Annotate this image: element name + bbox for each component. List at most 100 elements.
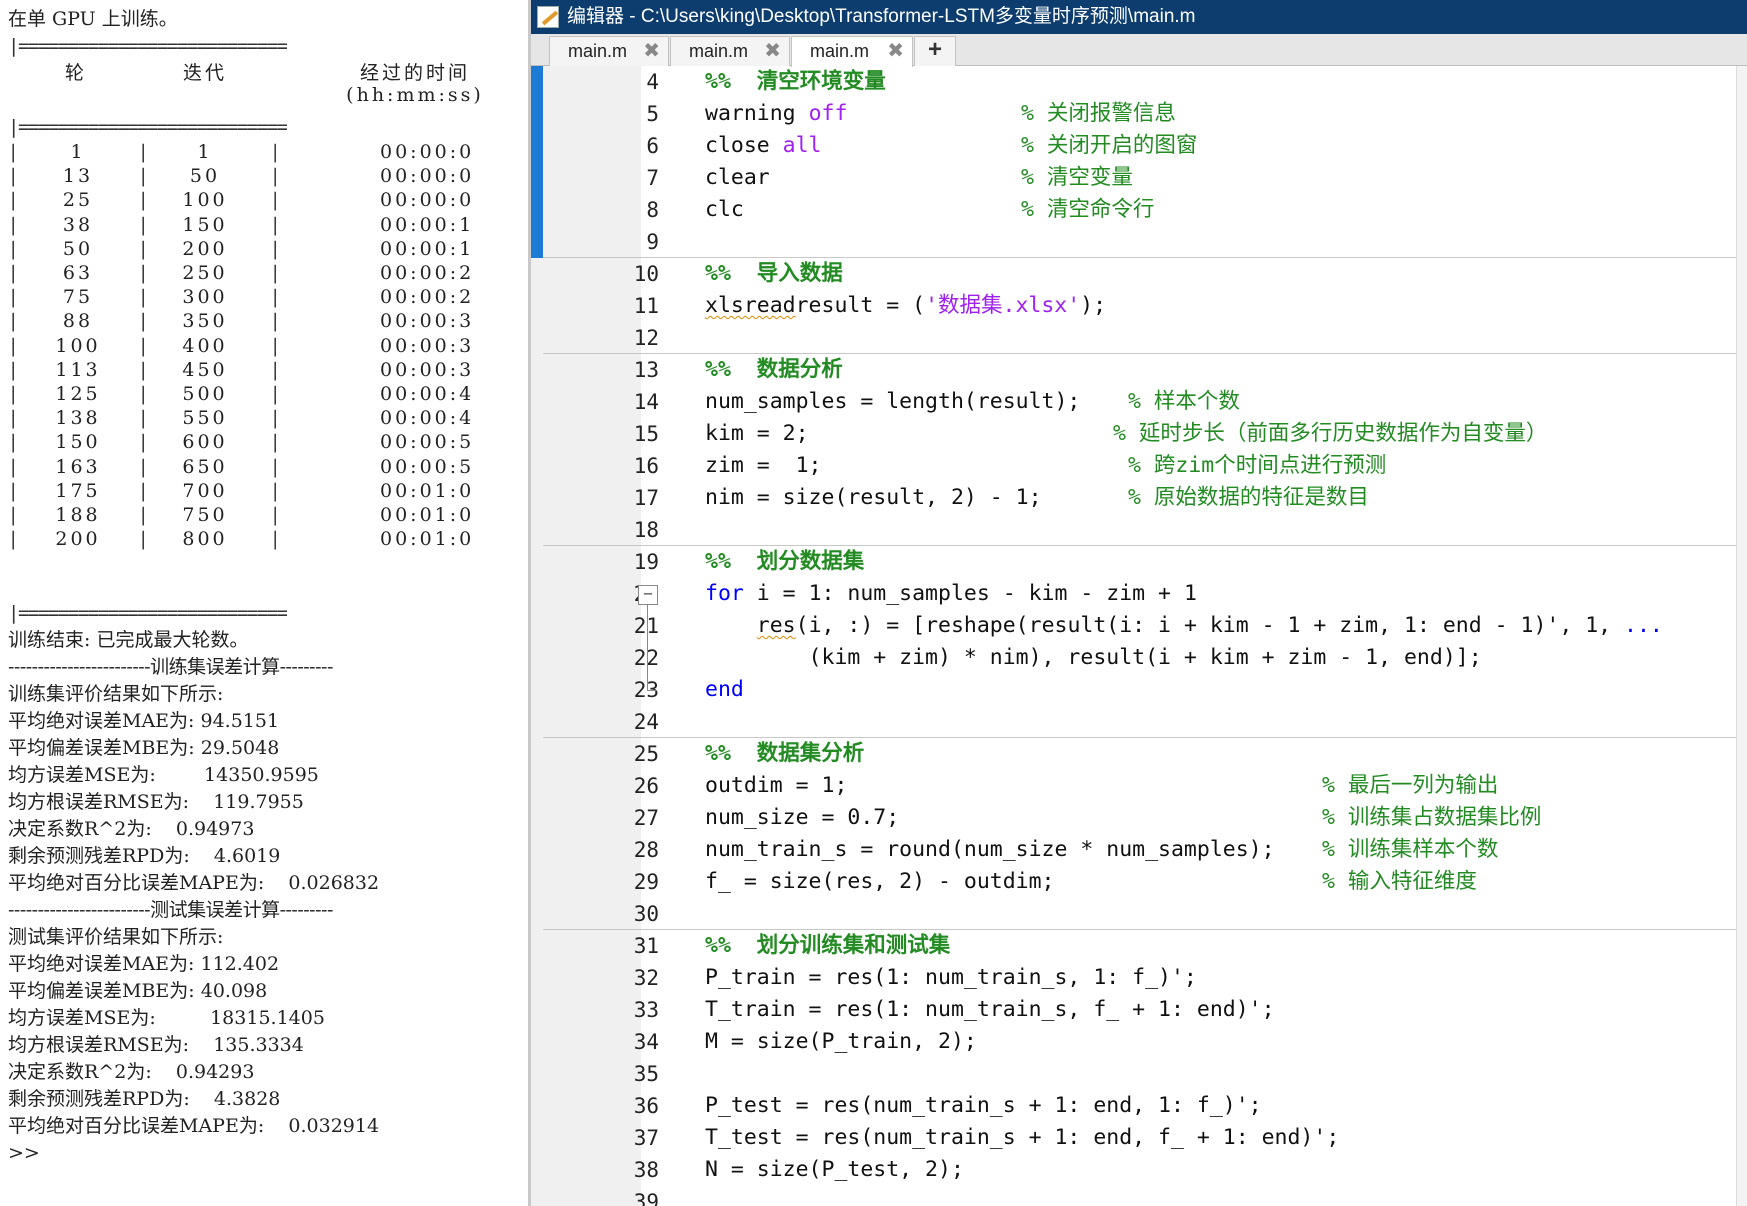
code-line[interactable]: num_size = 0.7; xyxy=(705,802,899,834)
code-line[interactable]: clear xyxy=(705,162,770,194)
code-line[interactable]: zim = 1; xyxy=(705,450,822,482)
code-line[interactable]: res(i, :) = [reshape(result(i: i + kim -… xyxy=(705,610,1663,642)
code-text: M = size(P_train, 2); xyxy=(705,1029,977,1054)
code-comment: % 输入特征维度 xyxy=(1322,869,1477,894)
tab-main-3-active[interactable]: main.m ✖ xyxy=(791,36,913,67)
train-error-separator: ------------------------训练集误差计算--------- xyxy=(8,656,333,678)
code-text: kim = 2; xyxy=(705,421,809,446)
code-line[interactable]: close all xyxy=(705,130,822,162)
code-line[interactable]: clc xyxy=(705,194,744,226)
table-rule-bottom: |=========================== xyxy=(8,602,288,624)
line-number: 7 xyxy=(646,166,659,190)
line-number: 10 xyxy=(633,262,659,286)
code-line[interactable]: warning off xyxy=(705,98,847,130)
code-comment: % 原始数据的特征是数目 xyxy=(1128,485,1369,510)
iteration-cell: 400 xyxy=(182,334,228,357)
code-line[interactable]: P_train = res(1: num_train_s, 1: f_)'; xyxy=(705,962,1197,994)
epoch-cell: 38 xyxy=(62,213,94,236)
row-border-left: | xyxy=(10,262,17,284)
table-rule-mid: |=========================== xyxy=(8,116,288,138)
row-border-sep: | xyxy=(140,407,147,430)
row-border-sep: | xyxy=(140,455,147,478)
row-border-sep: | xyxy=(140,286,147,309)
code-area[interactable]: 4 %% 清空环境变量 5 warning off % 关闭报警信息 6 close all… xyxy=(531,66,1747,1206)
epoch-cell: 13 xyxy=(62,165,94,188)
add-tab-button[interactable]: + xyxy=(914,36,956,66)
code-comment: % 清空变量 xyxy=(1021,165,1133,190)
line-number: 13 xyxy=(633,358,659,382)
editor-vertical-scrollbar[interactable] xyxy=(1736,66,1747,1206)
line-number: 9 xyxy=(646,230,659,254)
code-line[interactable]: N = size(P_test, 2); xyxy=(705,1154,964,1186)
code-line[interactable]: num_train_s = round(num_size * num_sampl… xyxy=(705,834,1275,866)
elapsed-cell: 00:00:0 xyxy=(380,165,475,188)
row-border-sep: | xyxy=(272,383,279,405)
row-border-left: | xyxy=(10,189,17,212)
command-prompt[interactable]: >> xyxy=(8,1140,40,1167)
code-line[interactable]: kim = 2; xyxy=(705,418,809,450)
code-comment: % 训练集占数据集比例 xyxy=(1322,805,1542,830)
line-number: 38 xyxy=(633,1158,659,1182)
tab-main-1[interactable]: main.m ✖ xyxy=(549,36,669,66)
code-text: nim = size(result, 2) - 1; xyxy=(705,485,1042,510)
line-number: 16 xyxy=(633,454,659,478)
epoch-cell: 175 xyxy=(55,479,101,502)
code-text: (i, :) = [reshape(result(i: i + kim - 1 … xyxy=(795,613,1625,638)
code-line[interactable]: end xyxy=(705,674,744,706)
code-line[interactable]: xlsreadresult = ('数据集.xlsx'); xyxy=(705,290,1106,322)
train-metric-line: 平均偏差误差MBE为: 29.5048 xyxy=(8,737,280,759)
tab-main-2[interactable]: main.m ✖ xyxy=(670,36,790,66)
row-border-sep: | xyxy=(140,431,147,454)
code-text: close xyxy=(705,133,783,158)
fold-toggle-for-loop[interactable]: − xyxy=(638,585,658,605)
code-line[interactable]: nim = size(result, 2) - 1; xyxy=(705,482,1042,514)
iteration-cell: 300 xyxy=(182,286,228,309)
close-tab-icon[interactable]: ✖ xyxy=(887,37,904,65)
section-header: %% 数据集分析 xyxy=(705,741,865,766)
editor-tab-bar: main.m ✖ main.m ✖ main.m ✖ + xyxy=(531,34,1747,67)
iteration-cell: 700 xyxy=(182,479,228,502)
iteration-cell: 1 xyxy=(197,141,213,163)
line-number: 35 xyxy=(633,1062,659,1086)
epoch-cell: 150 xyxy=(55,431,101,454)
code-comment: % 关闭报警信息 xyxy=(1021,101,1176,126)
code-text: num_samples = length(result); xyxy=(705,389,1081,414)
row-border-sep: | xyxy=(140,262,147,284)
row-border-sep: | xyxy=(272,407,279,430)
elapsed-cell: 00:00:5 xyxy=(380,431,475,454)
row-border-left: | xyxy=(10,407,17,430)
code-text: T_test = res(num_train_s + 1: end, f_ + … xyxy=(705,1125,1340,1150)
command-window[interactable]: 在单 GPU 上训练。 |===========================… xyxy=(0,0,528,1206)
epoch-cell: 88 xyxy=(62,310,94,333)
code-line[interactable]: outdim = 1; xyxy=(705,770,847,802)
code-comment: % 最后一列为输出 xyxy=(1322,773,1499,798)
code-token-warned: xlsread xyxy=(705,293,796,318)
elapsed-cell: 00:00:4 xyxy=(380,383,475,405)
tab-label: main.m xyxy=(568,41,628,61)
code-line[interactable]: f_ = size(res, 2) - outdim; xyxy=(705,866,1055,898)
keyword: end xyxy=(705,677,744,702)
close-tab-icon[interactable]: ✖ xyxy=(643,37,660,65)
elapsed-cell: 00:01:0 xyxy=(380,504,475,526)
code-line[interactable]: T_train = res(1: num_train_s, f_ + 1: en… xyxy=(705,994,1275,1026)
line-number: 12 xyxy=(633,326,659,350)
close-tab-icon[interactable]: ✖ xyxy=(764,37,781,65)
code-line[interactable]: M = size(P_train, 2); xyxy=(705,1026,977,1058)
code-line[interactable]: for i = 1: num_samples - kim - zim + 1 xyxy=(705,578,1197,610)
code-line[interactable]: P_test = res(num_train_s + 1: end, 1: f_… xyxy=(705,1090,1262,1122)
test-metric-line: 剩余预测残差RPD为: 4.3828 xyxy=(8,1088,281,1110)
code-comment: % 样本个数 xyxy=(1128,389,1240,414)
elapsed-cell: 00:00:1 xyxy=(380,237,475,260)
row-border-sep: | xyxy=(272,213,279,236)
code-text: N = size(P_test, 2); xyxy=(705,1157,964,1182)
code-line[interactable]: num_samples = length(result); xyxy=(705,386,1080,418)
row-border-sep: | xyxy=(140,358,147,381)
code-text: (kim + zim) * nim), result(i + kim + zim… xyxy=(705,645,1482,670)
code-line[interactable]: (kim + zim) * nim), result(i + kim + zim… xyxy=(705,642,1482,674)
iteration-cell: 100 xyxy=(182,189,228,212)
epoch-cell: 25 xyxy=(62,189,94,212)
current-cell-indicator xyxy=(531,66,543,258)
row-border-sep: | xyxy=(272,528,279,551)
code-text: ( xyxy=(912,293,926,318)
code-line[interactable]: T_test = res(num_train_s + 1: end, f_ + … xyxy=(705,1122,1339,1154)
